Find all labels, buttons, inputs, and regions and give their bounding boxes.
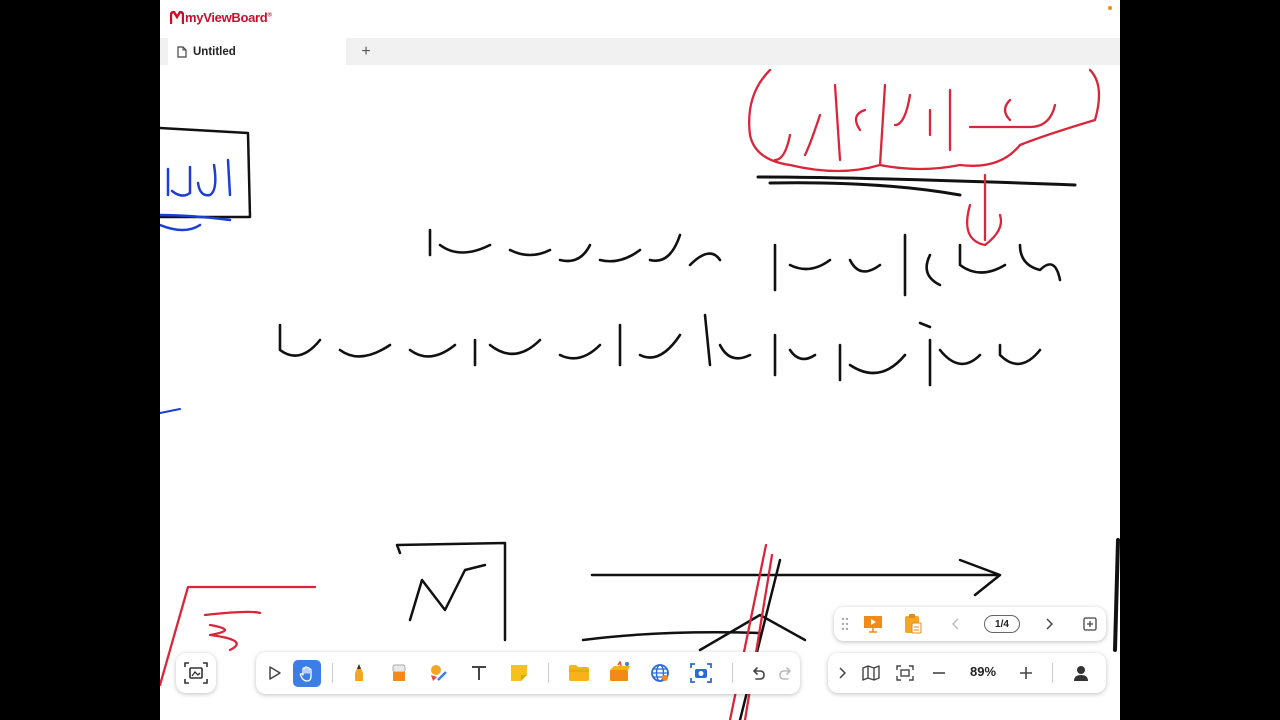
- screen-icon: [184, 662, 208, 684]
- drag-handle[interactable]: [838, 614, 852, 634]
- page-indicator[interactable]: 1/4: [984, 615, 1020, 633]
- app-logo-text: myViewBoard: [185, 10, 268, 25]
- collapse-toolbar-button[interactable]: [832, 663, 852, 683]
- ink-arabic-line2: [278, 313, 1042, 387]
- chevron-left-icon: [952, 618, 959, 630]
- presentation-icon: [864, 616, 882, 633]
- ink-blue-word: [160, 158, 232, 232]
- toolbar-separator: [732, 663, 733, 683]
- undo-button[interactable]: [746, 660, 770, 686]
- ink-box-left: [160, 126, 252, 219]
- magic-box-icon: [610, 661, 630, 681]
- ink-box-bottom: [395, 541, 507, 642]
- status-dot: [1108, 6, 1112, 10]
- previous-page-button[interactable]: [946, 614, 966, 634]
- add-page-icon: [1083, 617, 1097, 631]
- zoom-out-button[interactable]: [928, 663, 950, 683]
- minus-icon: [933, 672, 945, 674]
- ink-underline: [756, 175, 1077, 197]
- redo-button[interactable]: [774, 660, 798, 686]
- zoom-bar: 89%: [828, 653, 1106, 693]
- ink-long-arrow: [590, 558, 1002, 597]
- ink-blue-dash: [160, 408, 181, 414]
- title-bar: myViewBoard®: [160, 0, 1120, 38]
- add-tab-button[interactable]: +: [356, 42, 376, 62]
- ink-red-arrow: [966, 173, 1003, 247]
- text-icon: [472, 666, 486, 680]
- web-tool-button[interactable]: [647, 660, 673, 686]
- screen-capture-tool-button[interactable]: [688, 660, 714, 686]
- file-tool-button[interactable]: [566, 660, 592, 686]
- folder-icon: [569, 665, 589, 681]
- hand-tool-button[interactable]: [293, 660, 321, 687]
- ink-n-shape: [408, 563, 487, 622]
- toolbar-separator: [548, 663, 549, 683]
- minimap-view-button[interactable]: [860, 663, 882, 683]
- whiteboard-app: myViewBoard® Untitled + 1/4 89%: [160, 0, 1120, 720]
- ink-black-lines: [581, 558, 807, 720]
- user-icon: [1074, 666, 1088, 681]
- app-logo-reg: ®: [267, 12, 272, 19]
- chevron-right-icon: [839, 667, 846, 679]
- eraser-icon: [392, 664, 406, 681]
- eraser-tool-button[interactable]: [386, 660, 412, 686]
- presentation-button[interactable]: [860, 612, 886, 636]
- map-icon: [862, 665, 880, 681]
- toolbar-separator: [332, 663, 333, 683]
- shapes-tool-button[interactable]: [426, 660, 452, 686]
- camera-icon: [690, 663, 712, 683]
- zoom-level[interactable]: 89%: [958, 664, 1008, 679]
- undo-icon: [752, 667, 765, 680]
- plus-icon: [1020, 667, 1032, 679]
- tab-bar: Untitled +: [160, 38, 1120, 65]
- redo-icon: [779, 667, 792, 680]
- pen-icon: [355, 664, 363, 681]
- sticky-note-tool-button[interactable]: [506, 660, 532, 686]
- minimap-toggle-pill: [176, 653, 216, 693]
- toolbar-separator: [1052, 663, 1053, 683]
- add-page-button[interactable]: [1080, 614, 1100, 634]
- fit-screen-icon: [896, 665, 914, 681]
- sticky-note-icon: [511, 665, 527, 681]
- document-icon: [175, 45, 189, 59]
- ink-black-edge-right: [1113, 538, 1120, 652]
- page-navigator: 1/4: [834, 607, 1106, 641]
- globe-icon: [651, 664, 669, 682]
- select-tool-button[interactable]: [262, 660, 288, 686]
- text-tool-button[interactable]: [466, 660, 492, 686]
- clipboard-icon: [905, 614, 922, 634]
- next-page-button[interactable]: [1039, 614, 1059, 634]
- minimap-button[interactable]: [176, 653, 216, 693]
- fit-screen-button[interactable]: [894, 663, 916, 683]
- cursor-icon: [269, 666, 281, 680]
- tab-untitled[interactable]: Untitled: [168, 38, 346, 65]
- app-logo: myViewBoard®: [170, 10, 272, 25]
- account-button[interactable]: [1068, 661, 1094, 685]
- hand-icon: [299, 665, 312, 682]
- tab-title: Untitled: [193, 45, 236, 58]
- ink-arabic-line1: [428, 228, 1062, 297]
- pen-tool-button[interactable]: [346, 660, 372, 686]
- main-toolbar: [256, 652, 800, 694]
- drag-handle-icon: [841, 617, 849, 631]
- zoom-in-button[interactable]: [1015, 663, 1037, 683]
- shapes-icon: [431, 665, 447, 681]
- chevron-right-icon: [1046, 618, 1053, 630]
- clipboard-button[interactable]: [900, 612, 926, 636]
- magic-box-tool-button[interactable]: [606, 658, 634, 686]
- logo-mark-icon: [170, 11, 184, 24]
